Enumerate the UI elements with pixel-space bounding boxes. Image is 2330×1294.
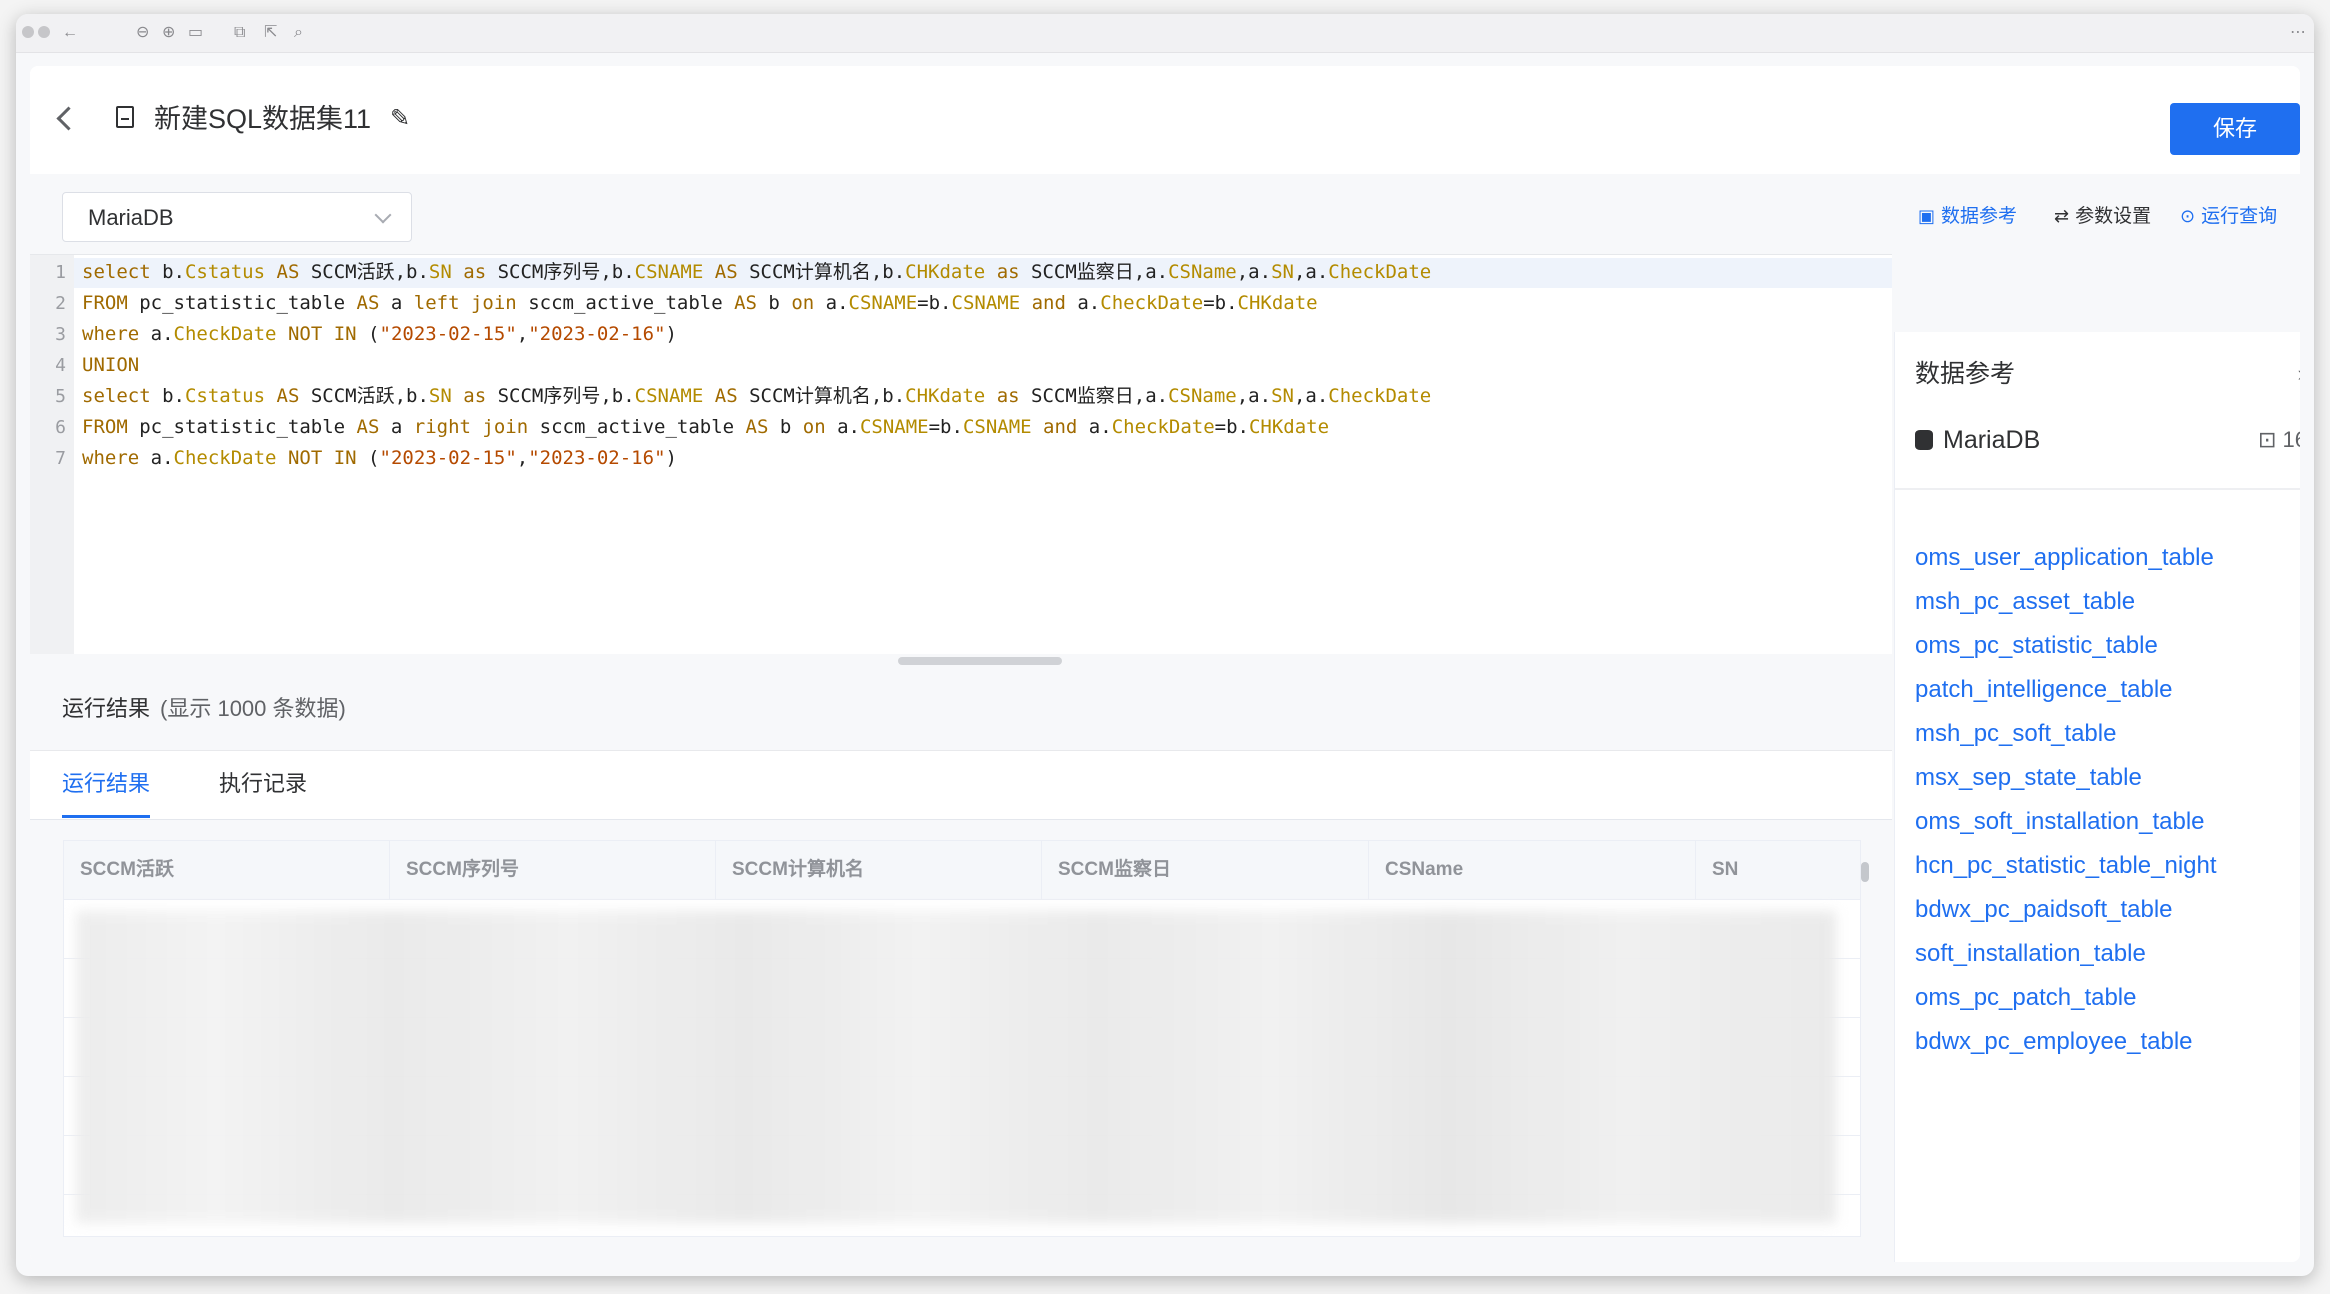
table-link[interactable]: msx_sep_state_table <box>1915 762 2142 794</box>
code-line: FROM pc_statistic_table AS a left join s… <box>82 292 1318 314</box>
datasource-select[interactable]: MariaDB <box>62 192 412 242</box>
column-header[interactable]: SCCM序列号 <box>390 841 716 899</box>
document-icon <box>116 106 134 128</box>
back-arrow-icon[interactable]: ← <box>62 23 78 43</box>
blurred-table-rows <box>76 911 1836 1223</box>
code-line: FROM pc_statistic_table AS a right join … <box>82 416 1330 438</box>
table-link[interactable]: hcn_pc_statistic_table_night <box>1915 850 2217 882</box>
table-link[interactable]: oms_user_application_table <box>1915 542 2214 574</box>
back-icon[interactable] <box>56 106 81 131</box>
results-title: 运行结果 <box>62 696 151 721</box>
browser-toolbar: ← ⊖ ⊕ ▭ ⧉ ⇱ ⌕ ⋯ <box>16 14 2314 53</box>
line-number: 2 <box>55 293 66 314</box>
param-settings-label: 参数设置 <box>2075 206 2152 227</box>
table-icon: ⊡ <box>2257 427 2283 452</box>
results-tabs: 运行结果 执行记录 <box>30 750 1892 820</box>
column-header[interactable]: SCCM计算机名 <box>716 841 1042 899</box>
code-line: select b.Cstatus AS SCCM活跃,b.SN as SCCM序… <box>82 385 1432 407</box>
line-number-gutter: 1 2 3 4 5 6 7 <box>30 255 74 655</box>
line-number: 1 <box>55 262 66 283</box>
line-number: 6 <box>55 417 66 438</box>
column-header[interactable]: SN <box>1696 841 1860 899</box>
book-icon: ▣ <box>1918 206 1936 226</box>
copy-icon[interactable]: ⧉ <box>234 23 245 43</box>
table-link[interactable]: msh_pc_asset_table <box>1915 586 2135 618</box>
tab-run-results[interactable]: 运行结果 <box>62 767 151 818</box>
code-line: UNION <box>82 354 140 376</box>
line-number: 4 <box>55 355 66 376</box>
table-link[interactable]: oms_pc_patch_table <box>1915 982 2136 1014</box>
results-count: (显示 1000 条数据) <box>160 696 346 721</box>
table-link[interactable]: soft_installation_table <box>1915 938 2146 970</box>
app-window: ← ⊖ ⊕ ▭ ⧉ ⇱ ⌕ ⋯ 新建SQL数据集11 ✎ 保存 MariaDB … <box>16 14 2314 1276</box>
editor-resize-bar <box>30 654 1892 668</box>
tab-execution-log[interactable]: 执行记录 <box>219 767 307 801</box>
save-button[interactable]: 保存 <box>2170 103 2300 155</box>
table-link[interactable]: bdwx_pc_employee_table <box>1915 1026 2193 1058</box>
page-header: 新建SQL数据集11 ✎ 保存 <box>30 66 2300 174</box>
more-icon[interactable]: ⋯ <box>2290 23 2306 43</box>
table-header: SCCM活跃 SCCM序列号 SCCM计算机名 SCCM监察日 CSName S… <box>64 841 1860 900</box>
page-title: 新建SQL数据集11 <box>154 104 372 134</box>
data-reference-button[interactable]: ▣ 数据参考 <box>1918 194 2017 239</box>
editor-resize-handle[interactable] <box>898 657 1062 665</box>
code-line: where a.CheckDate NOT IN ("2023-02-15","… <box>82 447 677 469</box>
zoom-out-icon[interactable]: ⊖ <box>136 23 149 43</box>
table-scrollbar[interactable] <box>1861 862 1869 882</box>
param-settings-button[interactable]: ⇄ 参数设置 <box>2054 194 2151 239</box>
line-number: 3 <box>55 324 66 345</box>
database-row[interactable]: MariaDB <box>1915 424 2040 456</box>
panel-title: 数据参考 <box>1915 360 2016 388</box>
column-header[interactable]: CSName <box>1369 841 1696 899</box>
datasource-select-value: MariaDB <box>88 205 174 230</box>
line-number: 7 <box>55 448 66 469</box>
window-close-dot[interactable] <box>22 26 34 38</box>
sliders-icon: ⇄ <box>2054 206 2070 226</box>
data-reference-panel: 数据参考 › MariaDB ⊡ 16 oms_user_application… <box>1894 332 2300 1262</box>
run-query-button[interactable]: ⊙ 运行查询 <box>2180 194 2277 239</box>
play-circle-icon: ⊙ <box>2180 206 2196 226</box>
table-link[interactable]: oms_soft_installation_table <box>1915 806 2205 838</box>
code-line: where a.CheckDate NOT IN ("2023-02-15","… <box>82 323 677 345</box>
zoom-in-icon[interactable]: ⊕ <box>162 23 175 43</box>
panel-divider <box>1895 488 2300 490</box>
table-link[interactable]: bdwx_pc_paidsoft_table <box>1915 894 2173 926</box>
column-header[interactable]: SCCM监察日 <box>1042 841 1369 899</box>
fit-icon[interactable]: ▭ <box>188 23 203 43</box>
share-icon[interactable]: ⇱ <box>264 23 277 43</box>
dataset-editor-page: 新建SQL数据集11 ✎ 保存 MariaDB ▣ 数据参考 ⇄ 参数设置 ⊙ 运行查… <box>30 66 2300 1262</box>
results-heading: 运行结果 (显示 1000 条数据) <box>62 694 346 724</box>
window-min-dot[interactable] <box>38 26 50 38</box>
code-line: select b.Cstatus AS SCCM活跃,b.SN as SCCM序… <box>82 261 1432 283</box>
results-table: SCCM活跃 SCCM序列号 SCCM计算机名 SCCM监察日 CSName S… <box>63 840 1861 1237</box>
table-count: ⊡ 16 <box>2258 424 2300 456</box>
run-query-label: 运行查询 <box>2201 206 2278 227</box>
chevron-down-icon <box>374 206 392 224</box>
database-name: MariaDB <box>1943 426 2041 454</box>
database-icon <box>1915 430 1933 450</box>
line-number: 5 <box>55 386 66 407</box>
sql-editor[interactable]: 1 2 3 4 5 6 7 select b.Cstatus AS SCCM活跃… <box>30 254 1892 655</box>
table-link[interactable]: oms_pc_statistic_table <box>1915 630 2158 662</box>
column-header[interactable]: SCCM活跃 <box>64 841 390 899</box>
edit-title-icon[interactable]: ✎ <box>390 106 410 132</box>
panel-collapse-icon[interactable]: › <box>2298 358 2300 390</box>
data-reference-label: 数据参考 <box>1941 206 2018 227</box>
table-link[interactable]: msh_pc_soft_table <box>1915 718 2116 750</box>
table-link[interactable]: patch_intelligence_table <box>1915 674 2173 706</box>
search-icon[interactable]: ⌕ <box>294 23 303 43</box>
table-count-value: 16 <box>2282 427 2300 452</box>
